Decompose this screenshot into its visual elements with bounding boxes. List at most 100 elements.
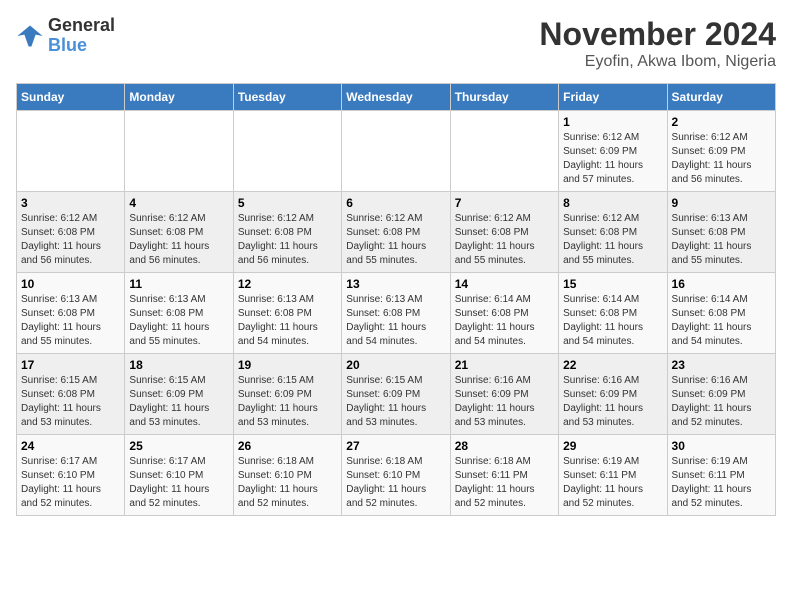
- day-cell: [450, 111, 558, 192]
- day-cell: 23 Sunrise: 6:16 AM Sunset: 6:09 PM Dayli…: [667, 354, 775, 435]
- day-cell: [233, 111, 341, 192]
- day-number: 7: [455, 196, 554, 210]
- day-info: Sunrise: 6:16 AM Sunset: 6:09 PM Dayligh…: [455, 374, 554, 430]
- day-cell: [125, 111, 233, 192]
- day-cell: 15 Sunrise: 6:14 AM Sunset: 6:08 PM Dayli…: [559, 273, 667, 354]
- day-cell: 20Sunrise: 6:15 AM Sunset: 6:09 PM Dayli…: [342, 354, 450, 435]
- day-info: Sunrise: 6:13 AM Sunset: 6:08 PM Dayligh…: [21, 293, 120, 349]
- day-info: Sunrise: 6:13 AM Sunset: 6:08 PM Dayligh…: [672, 212, 771, 268]
- day-number: 12: [238, 277, 337, 291]
- day-info: Sunrise: 6:12 AM Sunset: 6:08 PM Dayligh…: [21, 212, 120, 268]
- day-info: Sunrise: 6:18 AM Sunset: 6:10 PM Dayligh…: [346, 455, 445, 511]
- day-cell: 4 Sunrise: 6:12 AM Sunset: 6:08 PM Daylig…: [125, 192, 233, 273]
- day-cell: 5 Sunrise: 6:12 AM Sunset: 6:08 PM Daylig…: [233, 192, 341, 273]
- logo-icon: [16, 22, 44, 50]
- day-cell: [17, 111, 125, 192]
- day-info: Sunrise: 6:19 AM Sunset: 6:11 PM Dayligh…: [672, 455, 771, 511]
- day-cell: 14Sunrise: 6:14 AM Sunset: 6:08 PM Dayli…: [450, 273, 558, 354]
- day-info: Sunrise: 6:12 AM Sunset: 6:09 PM Dayligh…: [672, 131, 771, 187]
- week-row-1: 1 Sunrise: 6:12 AM Sunset: 6:09 PM Daylig…: [17, 111, 776, 192]
- day-number: 20: [346, 358, 445, 372]
- day-cell: 17 Sunrise: 6:15 AM Sunset: 6:08 PM Dayli…: [17, 354, 125, 435]
- day-info: Sunrise: 6:17 AM Sunset: 6:10 PM Dayligh…: [129, 455, 228, 511]
- day-cell: 19 Sunrise: 6:15 AM Sunset: 6:09 PM Dayli…: [233, 354, 341, 435]
- day-number: 30: [672, 439, 771, 453]
- title-block: November 2024 Eyofin, Akwa Ibom, Nigeria: [539, 16, 776, 71]
- day-cell: 8 Sunrise: 6:12 AM Sunset: 6:08 PM Daylig…: [559, 192, 667, 273]
- day-cell: 24Sunrise: 6:17 AM Sunset: 6:10 PM Dayli…: [17, 435, 125, 516]
- day-cell: 1Sunrise: 6:12 AM Sunset: 6:09 PM Daylig…: [559, 111, 667, 192]
- day-info: Sunrise: 6:12 AM Sunset: 6:08 PM Dayligh…: [129, 212, 228, 268]
- day-number: 5: [238, 196, 337, 210]
- day-number: 17: [21, 358, 120, 372]
- day-cell: 18 Sunrise: 6:15 AM Sunset: 6:09 PM Dayli…: [125, 354, 233, 435]
- day-number: 8: [563, 196, 662, 210]
- page-header: General Blue November 2024 Eyofin, Akwa …: [16, 16, 776, 71]
- day-cell: 21 Sunrise: 6:16 AM Sunset: 6:09 PM Dayli…: [450, 354, 558, 435]
- day-number: 25: [129, 439, 228, 453]
- calendar-title: November 2024: [539, 16, 776, 53]
- day-number: 13: [346, 277, 445, 291]
- day-number: 26: [238, 439, 337, 453]
- day-info: Sunrise: 6:16 AM Sunset: 6:09 PM Dayligh…: [672, 374, 771, 430]
- weekday-header-friday: Friday: [559, 84, 667, 111]
- day-cell: 25 Sunrise: 6:17 AM Sunset: 6:10 PM Dayli…: [125, 435, 233, 516]
- day-number: 24: [21, 439, 120, 453]
- day-cell: 6 Sunrise: 6:12 AM Sunset: 6:08 PM Daylig…: [342, 192, 450, 273]
- logo-line2: Blue: [48, 35, 87, 55]
- day-cell: 11Sunrise: 6:13 AM Sunset: 6:08 PM Dayli…: [125, 273, 233, 354]
- day-number: 4: [129, 196, 228, 210]
- day-cell: 26Sunrise: 6:18 AM Sunset: 6:10 PM Dayli…: [233, 435, 341, 516]
- day-info: Sunrise: 6:15 AM Sunset: 6:08 PM Dayligh…: [21, 374, 120, 430]
- day-info: Sunrise: 6:16 AM Sunset: 6:09 PM Dayligh…: [563, 374, 662, 430]
- calendar-table: SundayMondayTuesdayWednesdayThursdayFrid…: [16, 83, 776, 516]
- logo: General Blue: [16, 16, 115, 56]
- day-info: Sunrise: 6:15 AM Sunset: 6:09 PM Dayligh…: [129, 374, 228, 430]
- day-cell: 10 Sunrise: 6:13 AM Sunset: 6:08 PM Dayli…: [17, 273, 125, 354]
- weekday-header-wednesday: Wednesday: [342, 84, 450, 111]
- day-number: 3: [21, 196, 120, 210]
- week-row-2: 3 Sunrise: 6:12 AM Sunset: 6:08 PM Daylig…: [17, 192, 776, 273]
- day-number: 29: [563, 439, 662, 453]
- day-number: 21: [455, 358, 554, 372]
- day-number: 19: [238, 358, 337, 372]
- day-cell: 29 Sunrise: 6:19 AM Sunset: 6:11 PM Dayli…: [559, 435, 667, 516]
- day-cell: 13Sunrise: 6:13 AM Sunset: 6:08 PM Dayli…: [342, 273, 450, 354]
- day-info: Sunrise: 6:12 AM Sunset: 6:08 PM Dayligh…: [238, 212, 337, 268]
- day-number: 27: [346, 439, 445, 453]
- day-number: 6: [346, 196, 445, 210]
- day-info: Sunrise: 6:14 AM Sunset: 6:08 PM Dayligh…: [672, 293, 771, 349]
- day-number: 10: [21, 277, 120, 291]
- day-cell: 2Sunrise: 6:12 AM Sunset: 6:09 PM Daylig…: [667, 111, 775, 192]
- day-info: Sunrise: 6:12 AM Sunset: 6:08 PM Dayligh…: [455, 212, 554, 268]
- day-number: 18: [129, 358, 228, 372]
- day-number: 22: [563, 358, 662, 372]
- day-info: Sunrise: 6:12 AM Sunset: 6:08 PM Dayligh…: [563, 212, 662, 268]
- day-info: Sunrise: 6:12 AM Sunset: 6:08 PM Dayligh…: [346, 212, 445, 268]
- weekday-header-saturday: Saturday: [667, 84, 775, 111]
- day-cell: [342, 111, 450, 192]
- day-number: 9: [672, 196, 771, 210]
- weekday-header-tuesday: Tuesday: [233, 84, 341, 111]
- day-cell: 16 Sunrise: 6:14 AM Sunset: 6:08 PM Dayli…: [667, 273, 775, 354]
- week-row-3: 10 Sunrise: 6:13 AM Sunset: 6:08 PM Dayli…: [17, 273, 776, 354]
- day-cell: 7 Sunrise: 6:12 AM Sunset: 6:08 PM Daylig…: [450, 192, 558, 273]
- day-number: 1: [563, 115, 662, 129]
- day-cell: 3 Sunrise: 6:12 AM Sunset: 6:08 PM Daylig…: [17, 192, 125, 273]
- day-info: Sunrise: 6:15 AM Sunset: 6:09 PM Dayligh…: [238, 374, 337, 430]
- weekday-header-monday: Monday: [125, 84, 233, 111]
- day-number: 16: [672, 277, 771, 291]
- weekday-header-sunday: Sunday: [17, 84, 125, 111]
- day-cell: 22 Sunrise: 6:16 AM Sunset: 6:09 PM Dayli…: [559, 354, 667, 435]
- day-number: 14: [455, 277, 554, 291]
- week-row-5: 24 Sunrise: 6:17 AM Sunset: 6:10 PM Dayli…: [17, 435, 776, 516]
- day-info: Sunrise: 6:13 AM Sunset: 6:08 PM Dayligh…: [238, 293, 337, 349]
- day-number: 23: [672, 358, 771, 372]
- day-info: Sunrise: 6:19 AM Sunset: 6:11 PM Dayligh…: [563, 455, 662, 511]
- day-info: Sunrise: 6:13 AM Sunset: 6:08 PM Dayligh…: [129, 293, 228, 349]
- weekday-header-thursday: Thursday: [450, 84, 558, 111]
- day-info: Sunrise: 6:14 AM Sunset: 6:08 PM Dayligh…: [563, 293, 662, 349]
- day-cell: 28Sunrise: 6:18 AM Sunset: 6:11 PM Dayli…: [450, 435, 558, 516]
- day-number: 15: [563, 277, 662, 291]
- day-cell: 30 Sunrise: 6:19 AM Sunset: 6:11 PM Dayli…: [667, 435, 775, 516]
